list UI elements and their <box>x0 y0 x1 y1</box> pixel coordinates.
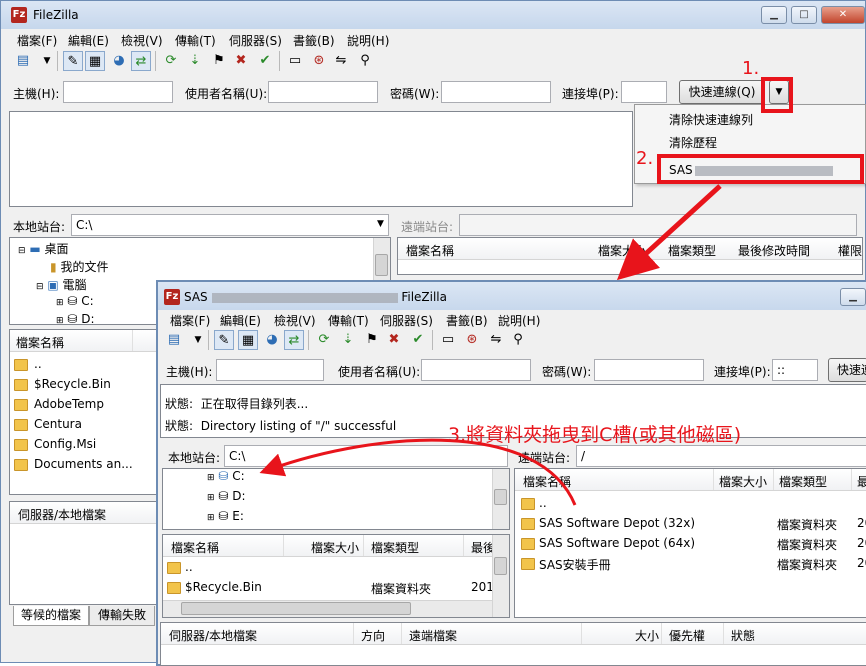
annotation-arrows <box>259 184 722 506</box>
arrow-to-new-window <box>616 184 722 281</box>
arrow-drag-to-c-drive <box>259 438 577 506</box>
